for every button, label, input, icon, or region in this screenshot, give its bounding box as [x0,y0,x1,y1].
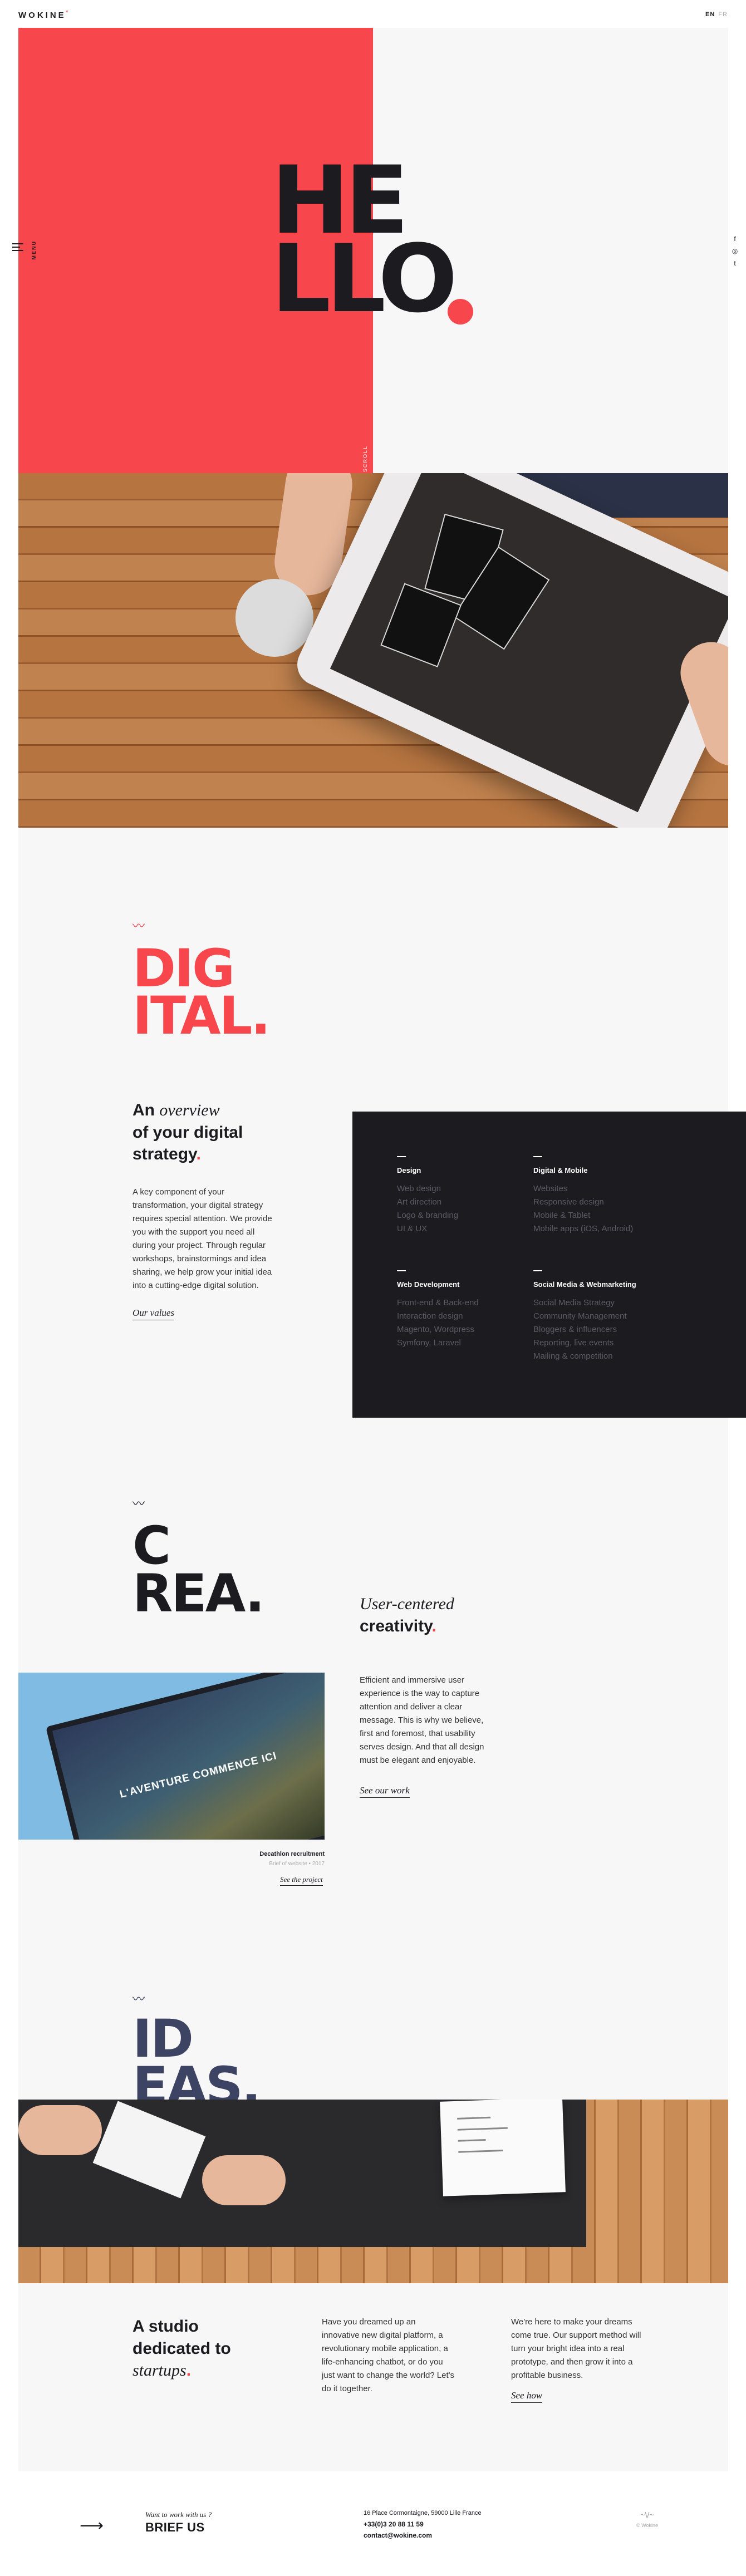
service-item: Web design [397,1184,441,1193]
squiggle-icon: 〰 [132,1992,145,2006]
instagram-icon[interactable]: ◎ [730,245,739,257]
service-item: Mobile & Tablet [533,1211,591,1220]
ideas-body-1: Have you dreamed up an innovative new di… [322,2317,455,2393]
service-design: Design Web design Art direction Logo & b… [397,1156,553,1236]
laptop-screen-text: L'AVENTURE COMMENCE ICI [118,1750,278,1801]
notebook [440,2100,566,2196]
tablet-screen [330,473,728,813]
language-switcher[interactable]: EN FR [705,11,728,18]
service-item: Magento, Wordpress [397,1325,474,1334]
service-item: UI & UX [397,1224,428,1233]
digital-body: A key component of your transformation, … [132,1187,272,1290]
hand-left [18,2105,102,2155]
social-links: f ◎ t [730,233,739,269]
arrow-right-icon[interactable]: ⟶ [80,2516,104,2535]
service-item: Art direction [397,1197,442,1207]
menu-icon[interactable] [12,243,23,253]
footer-contact: 16 Place Cormontaigne, 59000 Lille Franc… [364,2508,482,2541]
project-photo[interactable]: L'AVENTURE COMMENCE ICI [18,1673,325,1840]
service-item: Mailing & competition [533,1351,613,1361]
ideas-heading: A studio dedicated to startups. [132,2317,231,2380]
ideas-section: 〰 ID EAS. A studio dedicated to startups… [18,1913,728,2471]
digital-section: 〰 DIG ITAL. An overview of your digital … [18,828,746,1440]
project-title: Decathlon recruitment [259,1851,325,1857]
hero-title: HE LLO [271,154,458,334]
service-item: Front-end & Back-end [397,1298,479,1307]
crea-title-line2: REA [132,1564,247,1625]
service-title: Web Development [397,1280,460,1289]
crea-heading: User-centered creativity. [360,1595,454,1635]
wave-icon: ~\/~ [640,2510,654,2519]
services-panel: Design Web design Art direction Logo & b… [352,1112,746,1418]
service-item: Social Media Strategy [533,1298,615,1307]
logo-mark: ° [66,10,71,16]
logo[interactable]: WOKINE° [18,10,71,20]
hero-section: HE LLO SCROLL [18,28,728,473]
service-item: Responsive design [533,1197,604,1207]
hero-dot [448,299,473,325]
service-item: Bloggers & influencers [533,1325,617,1334]
tablet-photo [18,473,728,828]
crea-body: Efficient and immersive user experience … [360,1675,484,1765]
footer-email[interactable]: contact@wokine.com [364,2530,482,2541]
service-item: Community Management [533,1311,627,1321]
ideas-title: ID EAS. [132,2009,261,2117]
service-item: Logo & branding [397,1211,459,1220]
footer-mark: ~\/~ © Wokine [636,2510,658,2528]
footer-address: 16 Place Cormontaigne, 59000 Lille Franc… [364,2510,482,2516]
service-digital-mobile: Digital & Mobile Websites Responsive des… [533,1156,689,1236]
laptop-device: L'AVENTURE COMMENCE ICI [46,1673,325,1840]
scroll-indicator[interactable]: SCROLL [362,445,368,472]
project-meta: Brief of website • 2017 [269,1861,325,1867]
digital-title: DIG ITAL. [132,938,271,1046]
see-project-link[interactable]: See the project [280,1875,323,1886]
lang-en[interactable]: EN [705,11,715,18]
service-item: Reporting, live events [533,1338,614,1348]
service-title: Social Media & Webmarketing [533,1280,636,1289]
see-how-link[interactable]: See how [511,2390,543,2403]
footer-copyright: © Wokine [636,2523,658,2528]
squiggle-icon: 〰 [132,1497,145,1511]
logo-text: WOKINE [18,11,66,20]
desk-photo [18,2100,728,2283]
service-item: Mobile apps (iOS, Android) [533,1224,634,1233]
service-web-development: Web Development Front-end & Back-end Int… [397,1270,553,1350]
see-our-work-link[interactable]: See our work [360,1785,410,1798]
digital-title-line2: ITAL [132,985,252,1046]
service-item: Symfony, Laravel [397,1338,461,1348]
service-title: Design [397,1166,421,1174]
our-values-link[interactable]: Our values [132,1307,175,1320]
footer-want-text: Want to work with us ? [145,2510,212,2519]
service-item: Interaction design [397,1311,463,1321]
hand-right [202,2155,286,2205]
tablet-device [290,473,728,828]
squiggle-icon: 〰 [132,919,145,933]
service-item: Websites [533,1184,568,1193]
creativity-section: 〰 C REA. User-centered creativity. Effic… [18,1440,728,1913]
sneaker [235,579,313,657]
footer-phone[interactable]: +33(0)3 20 88 11 59 [364,2519,482,2530]
twitter-icon[interactable]: t [730,257,739,269]
service-title: Digital & Mobile [533,1166,588,1174]
lang-fr[interactable]: FR [718,11,728,18]
hero-title-line2: LLO [271,224,458,334]
ideas-body-2: We're here to make your dreams come true… [511,2317,641,2380]
menu-label[interactable]: MENU [31,240,37,260]
facebook-icon[interactable]: f [730,233,739,245]
digital-heading: An overview of your digital strategy. [132,1101,243,1164]
footer: ⟶ Want to work with us ? BRIEF US 16 Pla… [18,2471,728,2576]
crea-title: C REA. [132,1516,265,1625]
service-social-media: Social Media & Webmarketing Social Media… [533,1270,689,1363]
brief-us-link[interactable]: BRIEF US [145,2520,205,2535]
